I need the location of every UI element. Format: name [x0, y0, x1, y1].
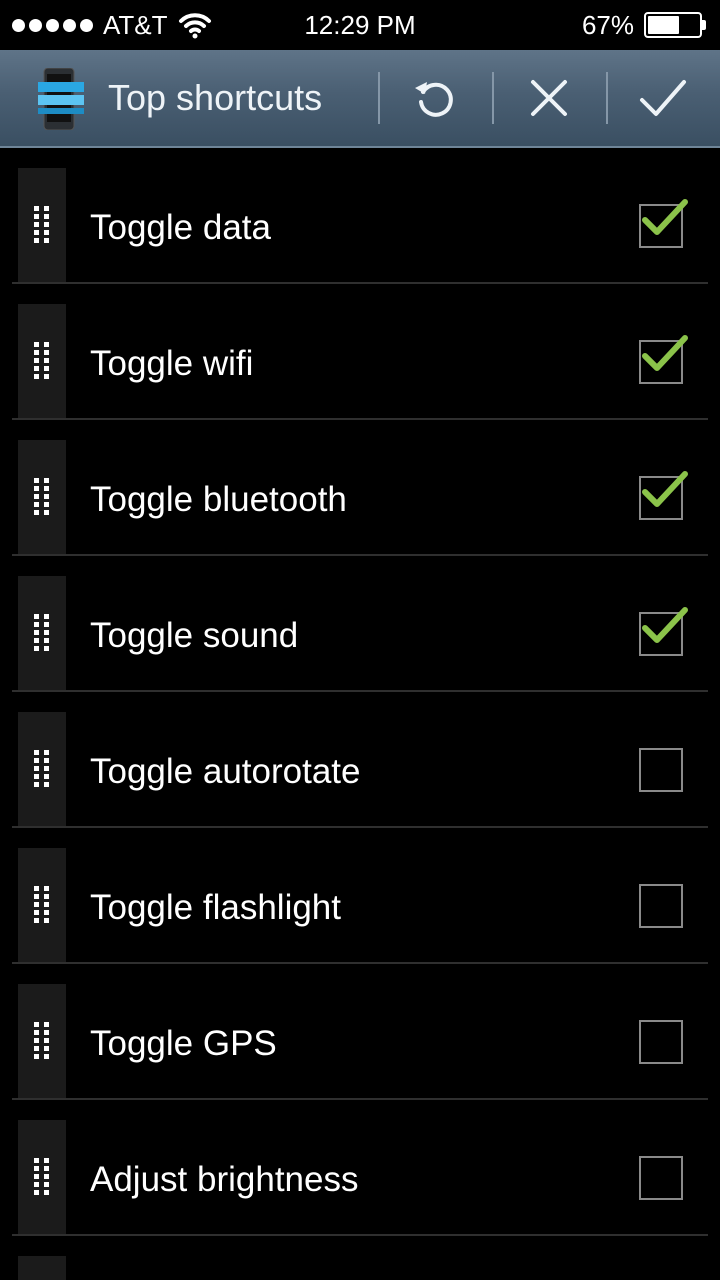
- action-bar: Top shortcuts: [0, 50, 720, 148]
- drag-handle[interactable]: [18, 712, 66, 826]
- reset-button[interactable]: [380, 50, 490, 146]
- drag-grip-icon: [34, 1022, 49, 1059]
- checkmark-icon: [640, 80, 686, 116]
- drag-grip-icon: [34, 478, 49, 515]
- drag-grip-icon: [34, 750, 49, 787]
- status-right: 67%: [582, 0, 708, 50]
- battery-percent: 67%: [581, 9, 634, 40]
- shortcut-list: Toggle data Toggle wifi Toggle bluetooth…: [0, 148, 720, 1236]
- list-item[interactable]: Toggle autorotate: [0, 692, 720, 828]
- list-item[interactable]: Toggle flashlight: [0, 828, 720, 964]
- row-divider: [12, 1234, 708, 1236]
- list-item[interactable]: Adjust brightness: [0, 1100, 720, 1236]
- close-icon: [531, 80, 567, 116]
- confirm-button[interactable]: [608, 50, 718, 146]
- drag-handle[interactable]: [18, 984, 66, 1098]
- drag-grip-icon: [34, 614, 49, 651]
- drag-grip-icon: [34, 206, 49, 243]
- refresh-icon: [415, 82, 453, 117]
- checkbox[interactable]: [639, 748, 683, 792]
- drag-handle[interactable]: [18, 576, 66, 690]
- list-item[interactable]: Toggle wifi: [0, 284, 720, 420]
- drag-grip-icon: [34, 1158, 49, 1195]
- list-item[interactable]: Toggle data: [0, 148, 720, 284]
- page-title: Top shortcuts: [108, 77, 323, 118]
- drag-handle[interactable]: [18, 168, 66, 282]
- drag-handle[interactable]: [18, 304, 66, 418]
- battery-icon: [644, 12, 708, 38]
- status-bar: AT&T 12:29 PM 67%: [0, 0, 720, 50]
- phone-app-icon: [38, 68, 84, 130]
- list-item-label: Adjust brightness: [90, 1160, 359, 1199]
- drag-handle[interactable]: [18, 1256, 66, 1280]
- list-item[interactable]: Toggle bluetooth: [0, 420, 720, 556]
- drag-grip-icon: [34, 886, 49, 923]
- checkmark-icon: [642, 199, 688, 235]
- cancel-button[interactable]: [494, 50, 604, 146]
- checkmark-icon: [642, 607, 688, 643]
- checkmark-icon: [642, 335, 688, 371]
- list-item[interactable]: Toggle GPS: [0, 964, 720, 1100]
- checkmark-icon: [642, 471, 688, 507]
- drag-handle[interactable]: [18, 440, 66, 554]
- drag-handle[interactable]: [18, 848, 66, 962]
- list-item[interactable]: Toggle sound: [0, 556, 720, 692]
- checkbox[interactable]: [639, 1020, 683, 1064]
- checkbox[interactable]: [639, 1156, 683, 1200]
- drag-grip-icon: [34, 342, 49, 379]
- checkbox[interactable]: [639, 884, 683, 928]
- drag-handle[interactable]: [18, 1120, 66, 1234]
